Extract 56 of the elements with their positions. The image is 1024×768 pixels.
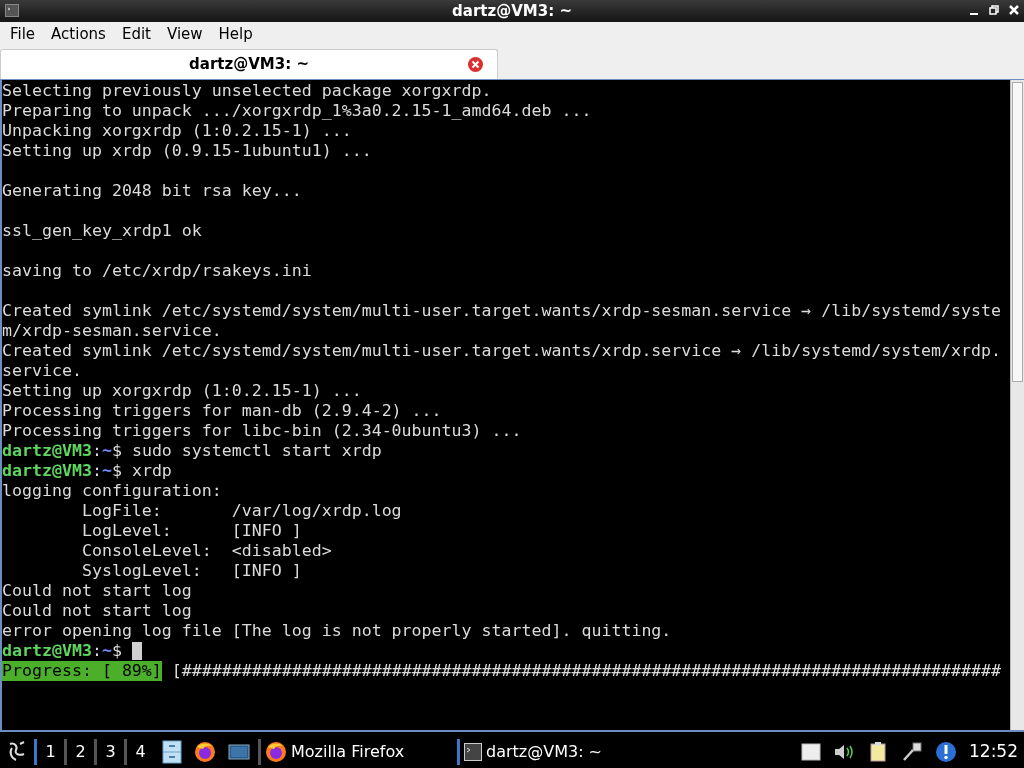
terminal-line: Setting up xorgxrdp (1:0.2.15-1) ... xyxy=(2,381,363,401)
file-manager-icon[interactable] xyxy=(162,740,182,764)
workspace-button[interactable]: 1 xyxy=(37,740,64,764)
menu-item[interactable]: File xyxy=(10,22,36,46)
scrollbar-thumb[interactable] xyxy=(1012,82,1023,382)
terminal-line: Generating 2048 bit rsa key... xyxy=(2,181,303,201)
terminal-line: ssl_gen_key_xrdp1 ok xyxy=(2,221,203,241)
terminal-line: Created symlink /etc/systemd/system/multi-user.target.wants/xrdp.service → /lib/systemd/system/xrdp. xyxy=(2,341,1003,361)
network-icon[interactable] xyxy=(901,741,923,763)
workspace-button[interactable]: 4 xyxy=(127,740,154,764)
terminal-icon xyxy=(5,4,19,17)
terminal-line: Setting up xrdp (0.9.15-1ubuntu1) ... xyxy=(2,141,373,161)
terminal-line: logging configuration: xyxy=(2,481,223,501)
scrollbar[interactable] xyxy=(1010,80,1024,730)
terminal-line: LogLevel: [INFO ] xyxy=(80,521,303,541)
close-button[interactable] xyxy=(1008,3,1020,17)
firefox-icon xyxy=(265,741,287,763)
terminal-line: SyslogLevel: [INFO ] xyxy=(80,561,303,581)
terminal-line: saving to /etc/xrdp/rsakeys.ini xyxy=(2,261,313,281)
window-title: dartz@VM3: ~ xyxy=(452,0,572,22)
close-tab-icon[interactable] xyxy=(468,57,483,72)
clock: 12:52 xyxy=(969,740,1018,764)
firefox-icon[interactable] xyxy=(194,741,216,763)
menu-item[interactable]: Edit xyxy=(121,22,151,46)
terminal-line: Unpacking xorgxrdp (1:0.2.15-1) ... xyxy=(2,121,353,141)
terminal-icon xyxy=(464,743,482,761)
drive-icon[interactable] xyxy=(801,743,821,761)
progress-bar-text: [################################################################################## xyxy=(171,661,1002,681)
terminal-tab[interactable]: dartz@VM3: ~ xyxy=(0,49,498,79)
terminal-line: Could not start log xyxy=(2,581,193,601)
prompt-line: dartz@VM3:~$ sudo systemctl start xrdp xyxy=(2,441,383,461)
terminal-line: Could not start log xyxy=(2,601,193,621)
menu-item[interactable]: Help xyxy=(218,22,253,46)
terminal-line: Preparing to unpack .../xorgxrdp_1%3a0.2.15-1_amd64.deb ... xyxy=(2,101,593,121)
terminal-line: Processing triggers for libc-bin (2.34-0ubuntu3) ... xyxy=(2,421,523,441)
taskbar-button[interactable]: Mozilla Firefox xyxy=(261,737,457,767)
notes-icon[interactable] xyxy=(869,741,889,763)
terminal-line: LogFile: /var/log/xrdp.log xyxy=(80,501,403,521)
restore-button[interactable] xyxy=(988,3,1000,17)
menu-item[interactable]: Actions xyxy=(51,22,106,46)
workspace-button[interactable]: 2 xyxy=(67,740,94,764)
terminal-line: service. xyxy=(2,361,83,381)
prompt-line: dartz@VM3:~$ xyxy=(2,641,1010,661)
terminal-line: error opening log file [The log is not properly started]. quitting. xyxy=(2,621,673,641)
workspace-button[interactable]: 3 xyxy=(97,740,124,764)
terminal-line: Processing triggers for man-db (2.9.4-2) ... xyxy=(2,401,443,421)
prompt-line: dartz@VM3:~$ xrdp xyxy=(2,461,173,481)
terminal-line: Created symlink /etc/systemd/system/multi-user.target.wants/xrdp-sesman.service → /lib/systemd/syste xyxy=(2,301,1003,321)
monitor-icon[interactable] xyxy=(228,743,250,761)
progress-label: Progress: [ 89%] xyxy=(2,661,162,681)
menu-item[interactable]: View xyxy=(166,22,203,46)
terminal-line: Selecting previously unselected package xorgxrdp. xyxy=(2,81,493,101)
alert-icon[interactable] xyxy=(935,741,957,763)
taskbar-button[interactable]: dartz@VM3: ~ xyxy=(460,737,656,767)
terminal-line: ConsoleLevel: <disabled> xyxy=(80,541,333,561)
terminal-line: m/xrdp-sesman.service. xyxy=(2,321,223,341)
